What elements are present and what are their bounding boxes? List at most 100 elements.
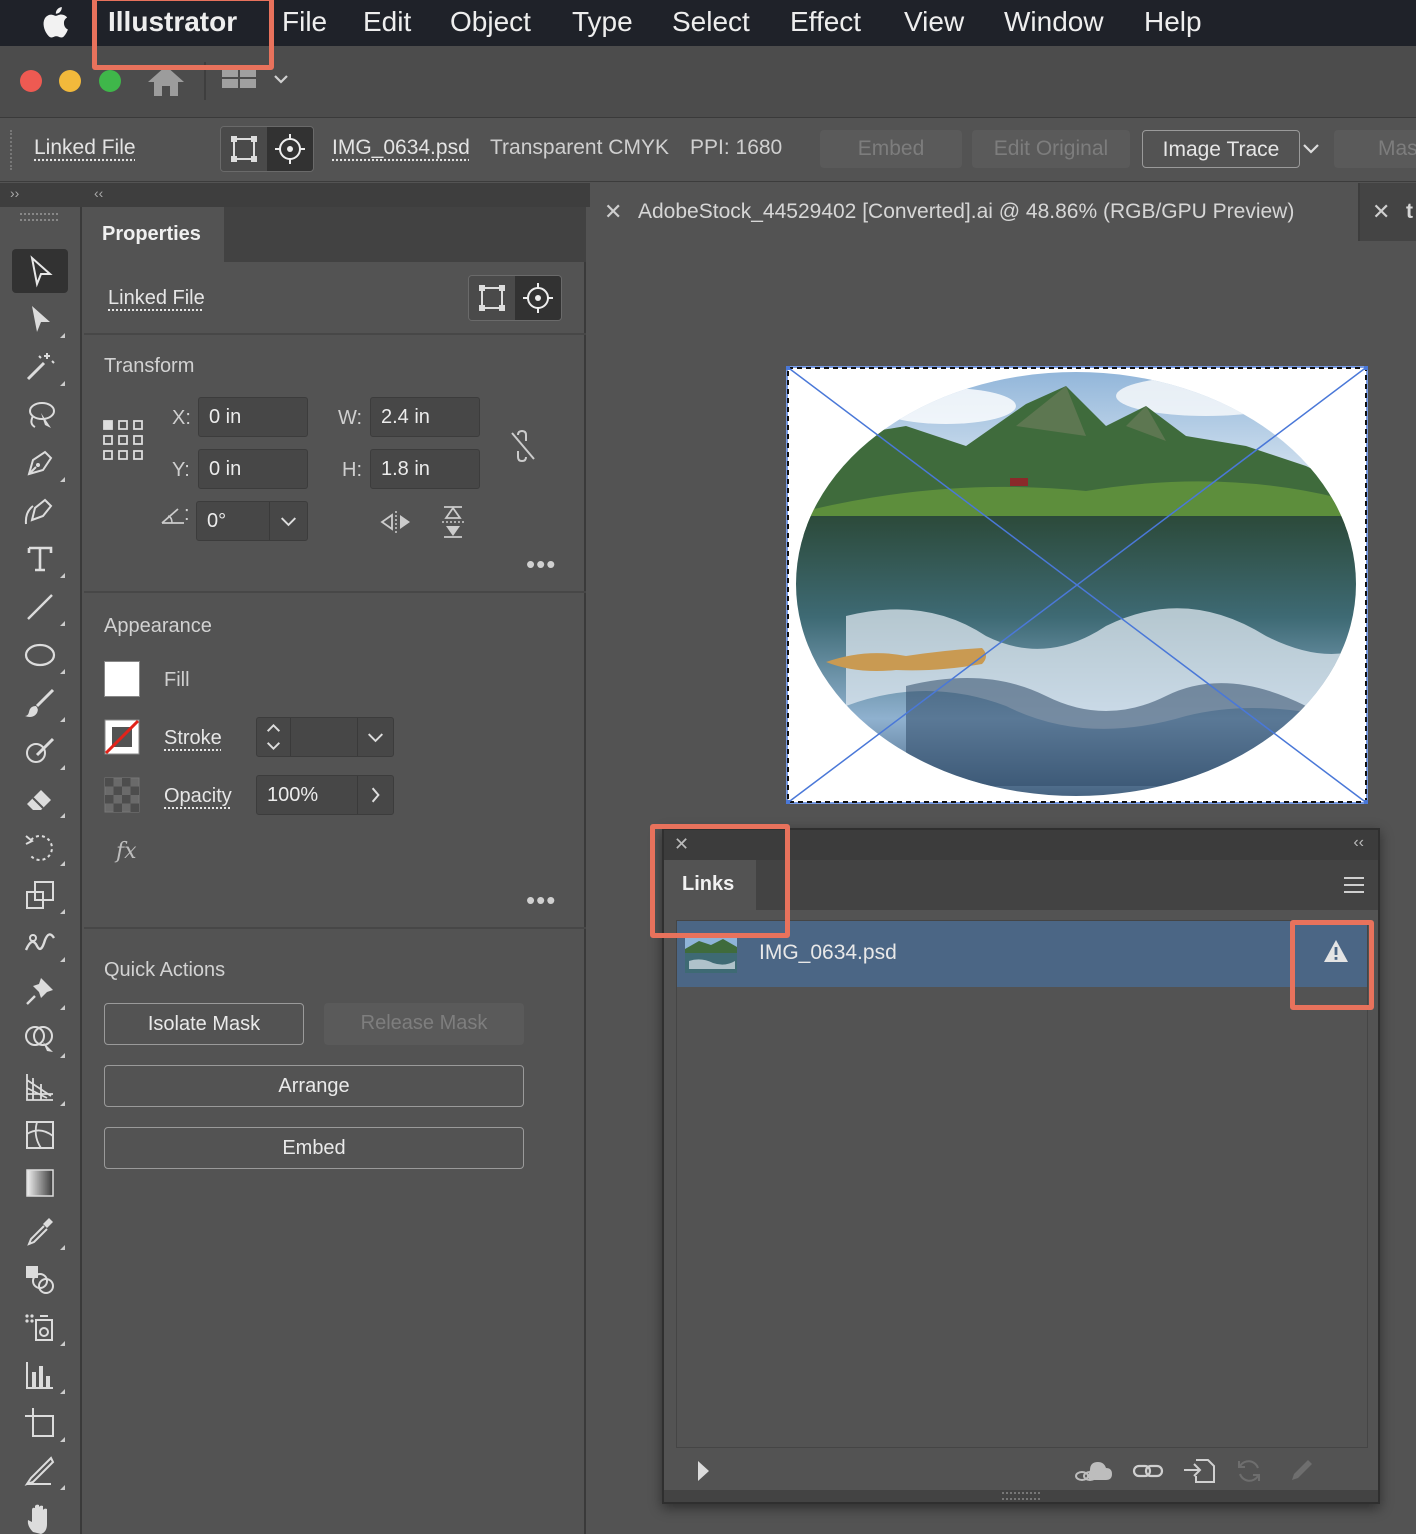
stroke-weight-dropdown-chevron-icon[interactable] (357, 718, 393, 756)
document-tab-active[interactable]: ✕ AdobeStock_44529402 [Converted].ai @ 4… (590, 183, 1358, 241)
properties-bounding-box-button[interactable] (469, 276, 515, 320)
y-position-field[interactable]: 0 in (198, 449, 308, 489)
ellipse-tool[interactable] (12, 633, 68, 677)
magic-wand-tool[interactable] (12, 345, 68, 389)
stroke-label-link[interactable]: Stroke (164, 727, 222, 750)
gradient-tool[interactable] (12, 1161, 68, 1205)
scale-tool[interactable] (12, 873, 68, 917)
embed-button[interactable]: Embed (104, 1127, 524, 1169)
constrain-proportions-unlinked-icon[interactable] (508, 429, 538, 463)
menu-help[interactable]: Help (1144, 6, 1202, 38)
close-window-button[interactable] (20, 70, 42, 92)
collapse-panels-icon[interactable]: ‹‹ (94, 185, 103, 201)
column-graph-tool[interactable] (12, 1353, 68, 1397)
shape-builder-tool[interactable] (12, 1017, 68, 1061)
linked-file-name-link[interactable]: IMG_0634.psd (332, 136, 470, 160)
show-link-info-toggle-icon[interactable] (696, 1460, 710, 1482)
flip-horizontal-icon[interactable] (380, 509, 412, 535)
links-panel-resize-grip[interactable] (664, 1490, 1378, 1502)
relink-from-cc-libraries-icon[interactable] (1074, 1458, 1114, 1484)
curvature-tool[interactable] (12, 489, 68, 533)
tab-properties[interactable]: Properties (84, 207, 224, 262)
opacity-checker-icon[interactable] (104, 777, 140, 813)
stroke-weight-field[interactable] (256, 717, 394, 757)
menu-view[interactable]: View (904, 6, 964, 38)
edit-original-pencil-icon[interactable] (1288, 1458, 1314, 1484)
direct-selection-tool[interactable] (12, 297, 68, 341)
image-trace-button[interactable]: Image Trace (1142, 130, 1300, 168)
selected-object-type-link[interactable]: Linked File (108, 287, 205, 310)
x-position-field[interactable]: 0 in (198, 397, 308, 437)
transform-more-options-icon[interactable]: ••• (526, 551, 556, 577)
object-type-link[interactable]: Linked File (34, 136, 136, 160)
perspective-grid-tool[interactable] (12, 1065, 68, 1109)
apple-logo-icon[interactable] (40, 6, 70, 38)
effects-fx-button[interactable]: fx (116, 839, 137, 864)
rotate-tool[interactable] (12, 825, 68, 869)
relink-icon[interactable] (1132, 1460, 1164, 1482)
slice-tool[interactable] (12, 1449, 68, 1493)
line-segment-tool[interactable] (12, 585, 68, 629)
properties-content-grabber-button[interactable] (515, 276, 561, 320)
symbol-sprayer-tool[interactable] (12, 1305, 68, 1349)
expand-tools-icon[interactable]: ›› (10, 185, 19, 201)
selection-tool[interactable] (12, 249, 68, 293)
embed-button-control[interactable]: Embed (820, 130, 962, 168)
stroke-swatch-none-icon[interactable] (104, 719, 140, 755)
release-mask-button[interactable]: Release Mask (324, 1003, 524, 1045)
isolate-mask-button[interactable]: Isolate Mask (104, 1003, 304, 1045)
panel-menu-hamburger-icon[interactable] (1342, 874, 1366, 896)
opacity-expand-chevron-icon[interactable] (357, 776, 393, 814)
opacity-label-link[interactable]: Opacity (164, 785, 232, 808)
pen-tool[interactable] (12, 441, 68, 485)
close-document-tab-icon[interactable]: ✕ (604, 199, 622, 225)
collapse-panel-icon[interactable]: ‹‹ (1353, 834, 1364, 852)
content-grabber-mode-button[interactable] (267, 127, 313, 171)
warp-tool[interactable] (12, 921, 68, 965)
control-bar-grip[interactable] (10, 130, 14, 170)
minimize-window-button[interactable] (59, 70, 81, 92)
menu-edit[interactable]: Edit (363, 6, 411, 38)
menu-window[interactable]: Window (1004, 6, 1104, 38)
lasso-tool[interactable] (12, 393, 68, 437)
zoom-window-button[interactable] (99, 70, 121, 92)
document-tab-next[interactable]: ✕ t (1360, 183, 1416, 241)
stroke-weight-stepper-icon[interactable] (257, 718, 291, 756)
placed-image-masked[interactable] (786, 366, 1368, 804)
rotate-icon (25, 835, 53, 861)
menu-select[interactable]: Select (672, 6, 750, 38)
edit-original-button[interactable]: Edit Original (972, 130, 1130, 168)
hand-tool[interactable] (12, 1497, 68, 1534)
blend-tool[interactable] (12, 1257, 68, 1301)
fill-swatch[interactable] (104, 661, 140, 697)
reference-point-icon[interactable] (102, 419, 144, 461)
arrange-button[interactable]: Arrange (104, 1065, 524, 1107)
opacity-field[interactable]: 100% (256, 775, 394, 815)
go-to-link-icon[interactable] (1182, 1456, 1216, 1484)
angle-dropdown-chevron-icon[interactable] (269, 502, 307, 540)
type-tool[interactable] (12, 537, 68, 581)
rotate-angle-field[interactable]: 0° (196, 501, 308, 541)
puppet-warp-tool[interactable] (12, 969, 68, 1013)
paintbrush-tool[interactable] (12, 681, 68, 725)
eyedropper-tool[interactable] (12, 1209, 68, 1253)
mask-button-partial[interactable]: Mas (1334, 130, 1416, 168)
menu-type[interactable]: Type (572, 6, 633, 38)
menu-file[interactable]: File (282, 6, 327, 38)
height-field[interactable]: 1.8 in (370, 449, 480, 489)
flip-vertical-icon[interactable] (440, 505, 466, 539)
width-field[interactable]: 2.4 in (370, 397, 480, 437)
mesh-tool[interactable] (12, 1113, 68, 1157)
artboard[interactable] (786, 366, 1368, 804)
update-link-icon[interactable] (1236, 1458, 1262, 1484)
bounding-box-mode-button[interactable] (221, 127, 267, 171)
menu-effect[interactable]: Effect (790, 6, 861, 38)
tools-grip[interactable] (20, 213, 58, 221)
menu-object[interactable]: Object (450, 6, 531, 38)
close-next-tab-icon[interactable]: ✕ (1372, 199, 1390, 225)
artboard-tool[interactable] (12, 1401, 68, 1445)
image-trace-dropdown-chevron-icon[interactable] (1300, 140, 1322, 158)
eraser-tool[interactable] (12, 777, 68, 821)
shaper-tool[interactable] (12, 729, 68, 773)
appearance-more-options-icon[interactable]: ••• (526, 887, 556, 913)
